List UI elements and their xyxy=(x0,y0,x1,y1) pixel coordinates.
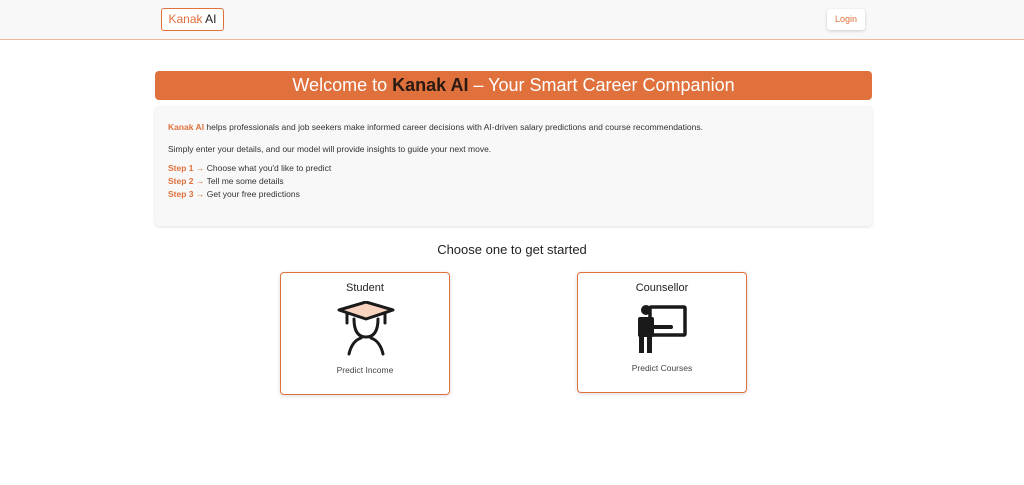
graduation-cap-icon xyxy=(336,300,396,357)
step-label: Step 2 xyxy=(168,176,194,186)
step-item: Step 3 → Get your free predictions xyxy=(168,188,859,201)
arrow-right-icon: → xyxy=(193,176,207,186)
card-subtitle: Predict Courses xyxy=(631,363,693,373)
step-text: Tell me some details xyxy=(206,176,284,186)
banner-suffix: – Your Smart Career Companion xyxy=(468,75,735,95)
info-description: Kanak AI helps professionals and job see… xyxy=(168,122,859,133)
steps-list: Step 1 → Choose what you'd like to predi… xyxy=(168,162,859,201)
counsellor-option-card[interactable]: Counsellor Predict Courses xyxy=(577,272,747,393)
card-title: Student xyxy=(346,282,384,294)
teacher-board-icon xyxy=(633,301,693,357)
brand-name-part1: Kanak xyxy=(168,12,203,26)
step-label: Step 1 xyxy=(168,163,194,173)
navbar: Kanak AI Login xyxy=(0,0,1024,40)
card-title: Counsellor xyxy=(635,282,689,294)
login-button[interactable]: Login xyxy=(827,9,865,30)
step-text: Get your free predictions xyxy=(206,189,300,199)
brand-name-part2: AI xyxy=(202,12,217,26)
card-subtitle: Predict Income xyxy=(336,365,394,375)
info-card: Kanak AI helps professionals and job see… xyxy=(155,106,872,226)
arrow-right-icon: → xyxy=(193,163,207,173)
brand-logo[interactable]: Kanak AI xyxy=(161,8,224,31)
info-brand: Kanak AI xyxy=(168,122,205,132)
info-instructions: Simply enter your details, and our model… xyxy=(168,144,492,154)
banner-brand: Kanak AI xyxy=(392,75,469,95)
step-text: Choose what you'd like to predict xyxy=(206,163,332,173)
info-line1-text: helps professionals and job seekers make… xyxy=(204,122,703,132)
choose-heading: Choose one to get started xyxy=(437,242,587,257)
arrow-right-icon: → xyxy=(193,189,207,199)
step-label: Step 3 xyxy=(168,189,194,199)
student-option-card[interactable]: Student Predict Income xyxy=(280,272,450,395)
step-item: Step 2 → Tell me some details xyxy=(168,175,859,188)
welcome-banner: Welcome to Kanak AI – Your Smart Career … xyxy=(155,71,872,100)
banner-prefix: Welcome to xyxy=(292,75,393,95)
step-item: Step 1 → Choose what you'd like to predi… xyxy=(168,162,859,175)
